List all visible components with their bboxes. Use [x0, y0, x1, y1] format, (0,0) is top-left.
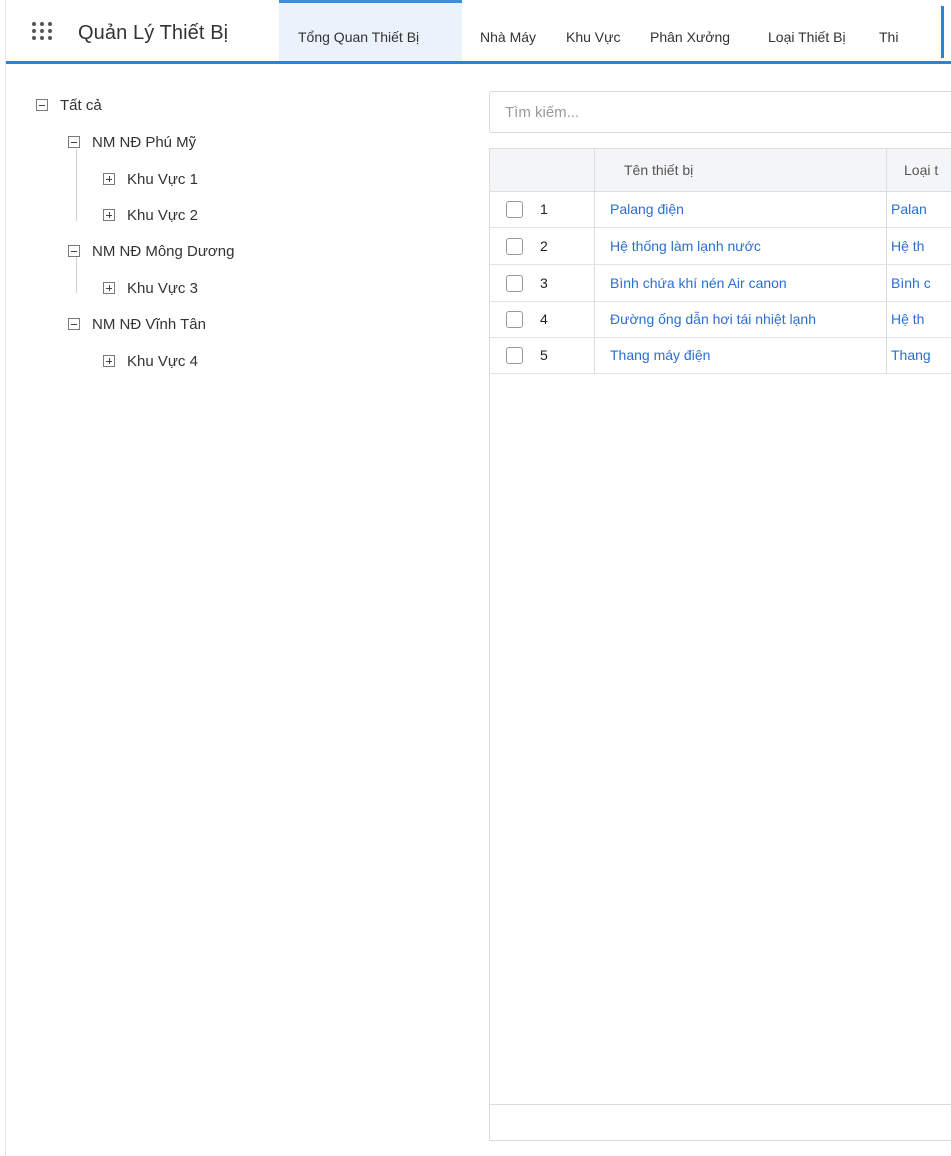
grid-header: Tên thiết bị Loại t [490, 149, 951, 192]
expand-icon[interactable] [103, 209, 115, 221]
row-checkbox[interactable] [506, 275, 523, 292]
tab-tong-quan-thiet-bi[interactable]: Tổng Quan Thiết Bị [279, 0, 462, 61]
tree-node-label: Khu Vực 2 [127, 206, 198, 224]
row-number: 4 [540, 311, 548, 327]
equipment-type-link[interactable]: Thang [891, 347, 931, 363]
collapse-icon[interactable] [68, 245, 80, 257]
column-header-ten-thiet-bi[interactable]: Tên thiết bị [624, 162, 693, 178]
tab-thi[interactable]: Thi [867, 0, 917, 61]
tree-node-all[interactable]: Tất cả [36, 94, 102, 116]
app-launcher-grid-icon[interactable] [32, 22, 54, 42]
tree-guide-line [76, 149, 77, 221]
equipment-name-link[interactable]: Hệ thống làm lạnh nước [610, 238, 761, 254]
tree-node-label: NM NĐ Vĩnh Tân [92, 315, 206, 333]
equipment-name-link[interactable]: Bình chứa khí nén Air canon [610, 275, 787, 291]
row-checkbox[interactable] [506, 238, 523, 255]
tree-node-label: Tất cả [60, 96, 102, 114]
collapse-icon[interactable] [68, 318, 80, 330]
expand-icon[interactable] [103, 355, 115, 367]
equipment-name-link[interactable]: Thang máy điện [610, 347, 710, 363]
tree-node-label: Khu Vực 1 [127, 170, 198, 188]
equipment-type-link[interactable]: Hệ th [891, 311, 924, 327]
tree-node-label: Khu Vực 3 [127, 279, 198, 297]
app-frame: Quản Lý Thiết Bị Tổng Quan Thiết Bị Nhà … [6, 0, 951, 1156]
equipment-grid: Tên thiết bị Loại t 1 Palang điện Palan … [489, 148, 951, 1141]
equipment-name-link[interactable]: Đường ống dẫn hơi tái nhiệt lạnh [610, 311, 816, 327]
tree-node-plant-vinh-tan[interactable]: NM NĐ Vĩnh Tân [68, 313, 206, 335]
tree-node-label: NM NĐ Phú Mỹ [92, 133, 197, 151]
row-number: 5 [540, 347, 548, 363]
collapse-icon[interactable] [68, 136, 80, 148]
tab-loai-thiet-bi[interactable]: Loại Thiết Bị [750, 0, 867, 61]
expand-icon[interactable] [103, 173, 115, 185]
tree-node-area[interactable]: Khu Vực 3 [103, 277, 198, 299]
table-row[interactable]: 1 Palang điện Palan [490, 192, 951, 228]
tab-overflow-edge [941, 6, 944, 58]
row-checkbox[interactable] [506, 347, 523, 364]
equipment-type-link[interactable]: Hệ th [891, 238, 924, 254]
top-navigation-bar: Quản Lý Thiết Bị Tổng Quan Thiết Bị Nhà … [6, 0, 951, 64]
grid-footer [490, 1104, 951, 1140]
row-number: 1 [540, 201, 548, 217]
main-tabs: Tổng Quan Thiết Bị Nhà Máy Khu Vực Phân … [279, 0, 917, 61]
equipment-type-link[interactable]: Bình c [891, 275, 931, 291]
table-row[interactable]: 3 Bình chứa khí nén Air canon Bình c [490, 266, 951, 302]
row-number: 2 [540, 238, 548, 254]
expand-icon[interactable] [103, 282, 115, 294]
equipment-name-link[interactable]: Palang điện [610, 201, 684, 217]
collapse-icon[interactable] [36, 99, 48, 111]
column-header-loai-thiet-bi[interactable]: Loại t [904, 162, 938, 178]
row-checkbox[interactable] [506, 311, 523, 328]
tree-guide-line [76, 257, 77, 293]
search-box [489, 91, 951, 133]
equipment-type-link[interactable]: Palan [891, 201, 927, 217]
table-row[interactable]: 5 Thang máy điện Thang [490, 338, 951, 374]
tree-node-label: Khu Vực 4 [127, 352, 198, 370]
tree-node-area[interactable]: Khu Vực 1 [103, 168, 198, 190]
tree-node-plant-mong-duong[interactable]: NM NĐ Mông Dương [68, 240, 234, 262]
tab-phan-xuong[interactable]: Phân Xưởng [636, 0, 750, 61]
tree-node-area[interactable]: Khu Vực 4 [103, 350, 198, 372]
tab-nha-may[interactable]: Nhà Máy [462, 0, 549, 61]
tab-khu-vuc[interactable]: Khu Vực [549, 0, 636, 61]
tree-node-plant-phu-my[interactable]: NM NĐ Phú Mỹ [68, 131, 196, 153]
row-checkbox[interactable] [506, 201, 523, 218]
search-input[interactable] [490, 92, 951, 132]
tree-node-area[interactable]: Khu Vực 2 [103, 204, 198, 226]
tree-node-label: NM NĐ Mông Dương [92, 242, 235, 260]
app-title: Quản Lý Thiết Bị [78, 22, 229, 44]
row-number: 3 [540, 275, 548, 291]
table-row[interactable]: 2 Hệ thống làm lạnh nước Hệ th [490, 229, 951, 265]
table-row[interactable]: 4 Đường ống dẫn hơi tái nhiệt lạnh Hệ th [490, 302, 951, 338]
